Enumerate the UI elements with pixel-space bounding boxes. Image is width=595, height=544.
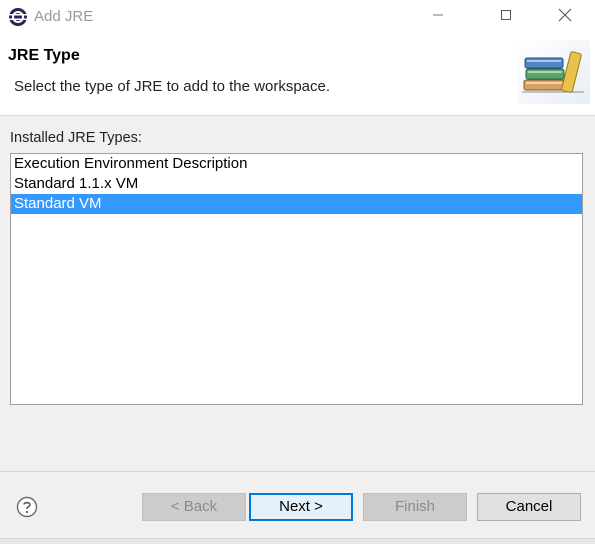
maximize-icon bbox=[500, 8, 512, 26]
minimize-icon bbox=[432, 8, 444, 26]
window-bottom-edge bbox=[0, 538, 595, 544]
list-item-standard-vm[interactable]: Standard VM bbox=[11, 194, 582, 214]
page-title: JRE Type bbox=[8, 47, 80, 64]
list-item-standard-1-1-x-vm[interactable]: Standard 1.1.x VM bbox=[11, 174, 582, 194]
minimize-button[interactable] bbox=[415, 0, 461, 34]
cancel-button[interactable]: Cancel bbox=[477, 493, 581, 521]
close-button[interactable] bbox=[542, 0, 588, 34]
maximize-button[interactable] bbox=[483, 0, 529, 34]
jre-types-list[interactable]: Execution Environment Description Standa… bbox=[10, 153, 583, 405]
window-title: Add JRE bbox=[34, 8, 94, 25]
finish-button[interactable]: Finish bbox=[363, 493, 467, 521]
next-button[interactable]: Next > bbox=[249, 493, 353, 521]
page-description: Select the type of JRE to add to the wor… bbox=[14, 78, 331, 95]
help-icon[interactable] bbox=[16, 496, 38, 518]
footer-separator bbox=[0, 471, 595, 472]
eclipse-icon bbox=[8, 7, 28, 27]
list-item-execution-environment-description[interactable]: Execution Environment Description bbox=[11, 154, 582, 174]
installed-jre-types-label: Installed JRE Types: bbox=[10, 130, 142, 146]
wizard-header: JRE Type Select the type of JRE to add t… bbox=[0, 34, 595, 116]
close-icon bbox=[558, 8, 572, 27]
books-icon bbox=[518, 40, 590, 104]
title-bar: Add JRE bbox=[0, 0, 595, 34]
back-button[interactable]: < Back bbox=[142, 493, 246, 521]
